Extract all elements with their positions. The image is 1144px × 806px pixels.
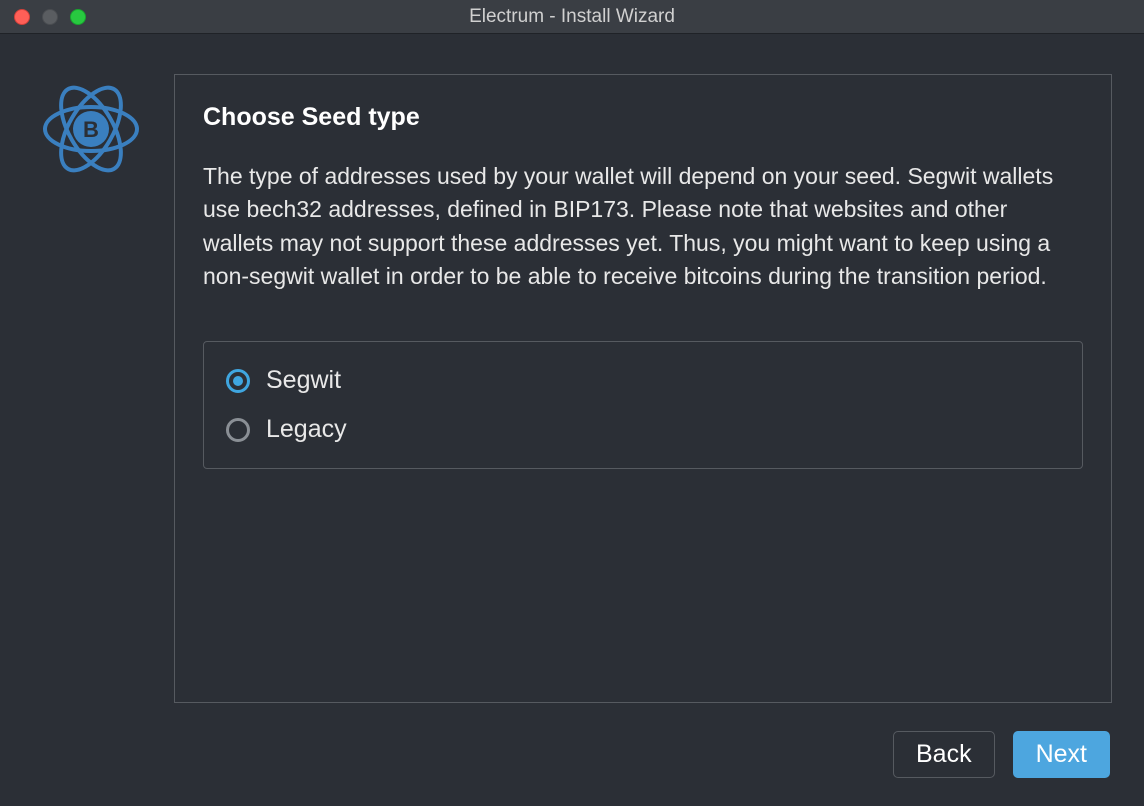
seed-type-options: Segwit Legacy [203, 341, 1083, 469]
radio-icon [226, 418, 250, 442]
content-area: B Choose Seed type The type of addresses… [0, 34, 1144, 806]
logo-column: B [36, 74, 146, 703]
window-title: Electrum - Install Wizard [0, 6, 1144, 28]
radio-option-legacy[interactable]: Legacy [226, 405, 1060, 448]
main-row: B Choose Seed type The type of addresses… [36, 74, 1112, 703]
wizard-panel: Choose Seed type The type of addresses u… [174, 74, 1112, 703]
next-button[interactable]: Next [1013, 731, 1110, 778]
minimize-icon[interactable] [42, 9, 58, 25]
radio-label: Legacy [266, 415, 347, 444]
radio-dot-icon [233, 376, 243, 386]
electrum-logo-icon: B [36, 74, 146, 184]
svg-text:B: B [83, 117, 99, 142]
radio-option-segwit[interactable]: Segwit [226, 362, 1060, 405]
wizard-description: The type of addresses used by your walle… [203, 160, 1083, 293]
wizard-heading: Choose Seed type [203, 103, 1083, 132]
titlebar: Electrum - Install Wizard [0, 0, 1144, 34]
back-button[interactable]: Back [893, 731, 995, 778]
radio-label: Segwit [266, 366, 341, 395]
traffic-lights [14, 9, 86, 25]
radio-icon [226, 369, 250, 393]
close-icon[interactable] [14, 9, 30, 25]
button-row: Back Next [36, 731, 1112, 788]
zoom-icon[interactable] [70, 9, 86, 25]
